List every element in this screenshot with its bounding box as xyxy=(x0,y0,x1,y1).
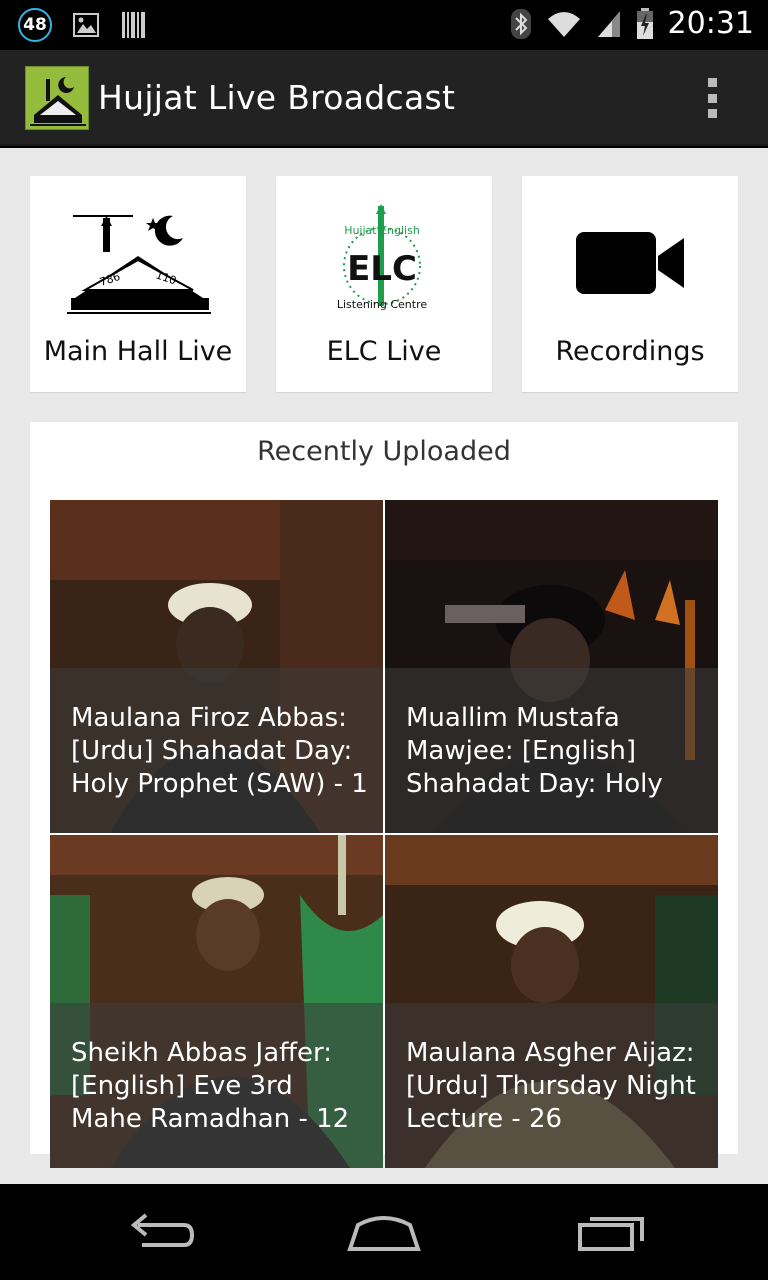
tile-main-hall-live[interactable]: 786 110 Main Hall Live xyxy=(30,176,246,392)
recently-uploaded-title: Recently Uploaded xyxy=(257,436,511,467)
recent-apps-icon[interactable] xyxy=(564,1208,660,1258)
wifi-icon xyxy=(547,11,580,37)
status-bar-notifications: 48 xyxy=(18,8,148,42)
video-card[interactable]: Sheikh Abbas Jaffer: [English] Eve 3rd M… xyxy=(50,835,383,1168)
elc-logo-bottom-text: Listening Centre xyxy=(337,298,427,311)
tile-elc-live[interactable]: ELC Hujjat English Listening Centre ELC … xyxy=(276,176,492,392)
clock: 20:31 xyxy=(667,6,754,41)
main-hall-logo-icon: 786 110 xyxy=(30,204,246,322)
video-caption: Sheikh Abbas Jaffer: [English] Eve 3rd M… xyxy=(71,1038,350,1134)
video-camera-icon xyxy=(522,204,738,322)
video-card[interactable]: Muallim Mustafa Mawjee: [English] Shahad… xyxy=(385,500,718,833)
elc-logo-center-text: ELC xyxy=(347,249,417,289)
app-logo-icon[interactable] xyxy=(25,66,89,130)
tile-label: Main Hall Live xyxy=(43,336,233,367)
recently-uploaded-panel: Recently Uploaded Maulana Firoz Abbas: [… xyxy=(30,422,738,1168)
navigation-bar xyxy=(0,1184,768,1280)
bluetooth-icon xyxy=(510,8,531,39)
video-caption: Muallim Mustafa Mawjee: [English] Shahad… xyxy=(406,703,663,799)
status-bar: 48 20:31 xyxy=(0,0,768,50)
overflow-menu-icon[interactable] xyxy=(696,74,728,122)
tile-label: ELC Live xyxy=(326,336,442,367)
video-caption: Maulana Asgher Aijaz: [Urdu] Thursday Ni… xyxy=(406,1038,696,1134)
elc-logo-icon: ELC Hujjat English Listening Centre xyxy=(276,204,492,322)
status-bar-system: 20:31 xyxy=(510,6,754,41)
image-icon xyxy=(73,13,99,37)
action-bar: Hujjat Live Broadcast xyxy=(0,50,768,146)
tile-label: Recordings xyxy=(555,336,705,367)
home-icon[interactable] xyxy=(336,1208,432,1258)
battery-icon xyxy=(636,7,653,39)
app-title: Hujjat Live Broadcast xyxy=(98,78,456,117)
main-content: 786 110 Main Hall Live ELC Hujjat Englis… xyxy=(0,148,768,1184)
video-card[interactable]: Maulana Asgher Aijaz: [Urdu] Thursday Ni… xyxy=(385,835,718,1168)
back-icon[interactable] xyxy=(112,1208,208,1258)
video-grid: Maulana Firoz Abbas: [Urdu] Shahadat Day… xyxy=(50,500,718,1168)
video-card[interactable]: Maulana Firoz Abbas: [Urdu] Shahadat Day… xyxy=(50,500,383,833)
notification-badge-icon: 48 xyxy=(18,8,52,42)
signal-icon xyxy=(597,10,620,37)
barcode-icon xyxy=(122,12,145,38)
tile-recordings[interactable]: Recordings xyxy=(522,176,738,392)
elc-logo-top-text: Hujjat English xyxy=(344,224,420,237)
video-caption: Maulana Firoz Abbas: [Urdu] Shahadat Day… xyxy=(71,703,368,799)
